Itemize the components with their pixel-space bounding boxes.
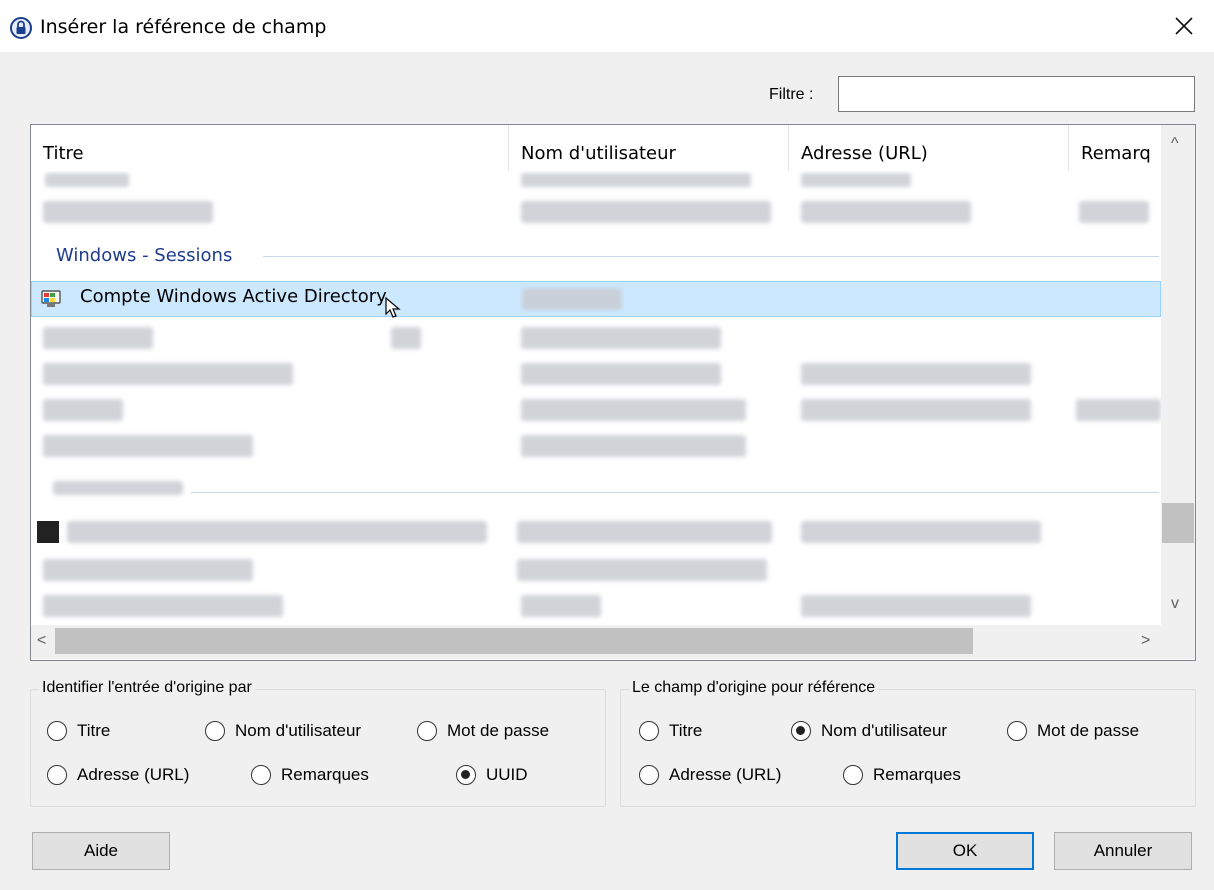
group-header: Windows - Sessions [31,241,1161,273]
radio-button[interactable] [251,765,271,785]
cancel-button[interactable]: Annuler [1054,832,1192,870]
radio-button-checked[interactable] [791,721,811,741]
column-header-url[interactable]: Adresse (URL) [789,125,1069,171]
scroll-up-icon[interactable]: ^ [1171,135,1179,153]
ok-button[interactable]: OK [896,832,1034,870]
list-item[interactable] [31,555,1161,587]
list-item[interactable] [31,197,1161,229]
vertical-scrollbar[interactable]: ^ v [1161,125,1195,625]
list-item[interactable] [31,591,1161,623]
filter-input[interactable] [838,76,1195,112]
radio-button[interactable] [417,721,437,741]
radio-button[interactable] [843,765,863,785]
list-header: Titre Nom d'utilisateur Adresse (URL) Re… [31,125,1161,171]
vertical-scroll-thumb[interactable] [1162,503,1194,543]
source-radio-username[interactable]: Nom d'utilisateur [205,721,361,741]
group-label: Windows - Sessions [56,245,233,266]
list-rows: Windows - Sessions Compte Windows Active… [31,171,1161,625]
title-bar: Insérer la référence de champ [0,0,1214,52]
column-header-notes[interactable]: Remarq [1069,125,1161,171]
target-radio-username[interactable]: Nom d'utilisateur [791,721,947,741]
mouse-cursor-icon [385,296,401,318]
source-radio-notes[interactable]: Remarques [251,765,369,785]
list-item[interactable] [31,359,1161,391]
target-radio-title[interactable]: Titre [639,721,702,741]
target-radio-notes[interactable]: Remarques [843,765,961,785]
source-radio-url[interactable]: Adresse (URL) [47,765,189,785]
selected-list-item[interactable]: Compte Windows Active Directory [31,281,1161,318]
radio-button[interactable] [639,765,659,785]
selected-entry-title: Compte Windows Active Directory [80,286,387,307]
window-title: Insérer la référence de champ [40,16,327,38]
list-item[interactable] [31,395,1161,427]
horizontal-scrollbar[interactable]: < > [31,625,1161,659]
radio-button[interactable] [639,721,659,741]
target-radio-password[interactable]: Mot de passe [1007,721,1139,741]
radio-button[interactable] [47,765,67,785]
list-item[interactable] [31,431,1161,463]
target-radio-url[interactable]: Adresse (URL) [639,765,781,785]
column-header-title[interactable]: Titre [31,125,509,171]
scroll-right-icon[interactable]: > [1141,632,1150,650]
list-item[interactable] [31,517,1161,549]
radio-button[interactable] [1007,721,1027,741]
scroll-down-icon[interactable]: v [1171,595,1179,613]
lock-icon [10,17,32,39]
group-header [31,477,1161,509]
help-button[interactable]: Aide [32,832,170,870]
target-group-title: Le champ d'origine pour référence [629,679,879,697]
source-radio-password[interactable]: Mot de passe [417,721,549,741]
horizontal-scroll-thumb[interactable] [55,628,973,654]
radio-button-checked[interactable] [456,765,476,785]
group-divider [263,256,1159,257]
entry-list[interactable]: Titre Nom d'utilisateur Adresse (URL) Re… [30,124,1196,661]
source-radio-uuid[interactable]: UUID [456,765,528,785]
source-identifier-group: Identifier l'entrée d'origine par Titre … [30,679,606,807]
column-header-username[interactable]: Nom d'utilisateur [509,125,789,171]
computer-icon [41,290,61,307]
close-icon [1175,17,1193,35]
source-radio-title[interactable]: Titre [47,721,110,741]
scroll-left-icon[interactable]: < [37,632,46,650]
radio-button[interactable] [205,721,225,741]
list-item[interactable] [31,323,1161,355]
source-group-title: Identifier l'entrée d'origine par [39,679,255,697]
filter-label: Filtre : [769,86,814,103]
target-field-group: Le champ d'origine pour référence Titre … [620,679,1196,807]
scroll-corner [1161,625,1195,659]
radio-button[interactable] [47,721,67,741]
close-button[interactable] [1154,0,1214,52]
